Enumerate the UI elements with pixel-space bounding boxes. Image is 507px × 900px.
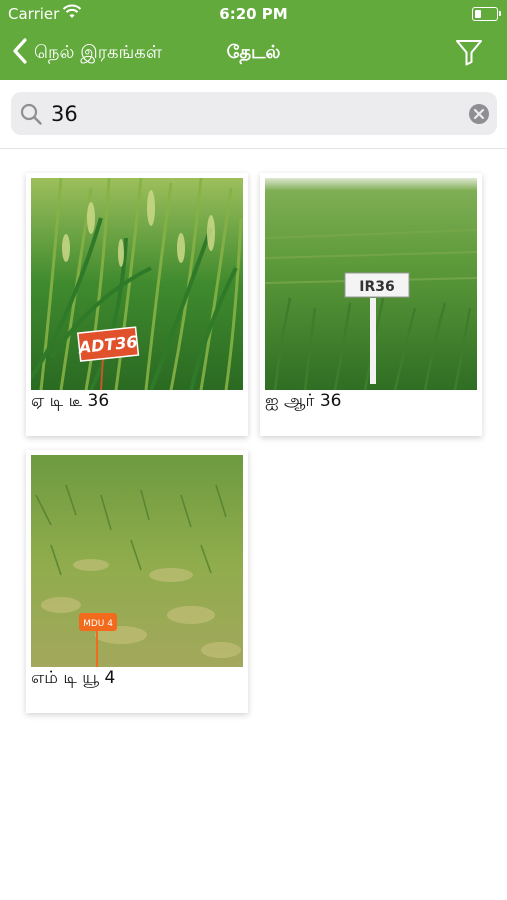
variety-photo: ADT36 xyxy=(31,178,243,390)
variety-name: எம் டி யூ 4 xyxy=(31,668,116,688)
variety-card[interactable]: ADT36 ஏ டி டீ 36 xyxy=(26,173,248,436)
status-time: 6:20 PM xyxy=(219,5,288,23)
variety-card[interactable]: MDU 4 எம் டி யூ 4 xyxy=(26,450,248,713)
sign-label: IR36 xyxy=(359,279,394,295)
search-box[interactable] xyxy=(11,92,497,135)
variety-name: ஐ ஆர் 36 xyxy=(265,391,342,411)
variety-name: ஏ டி டீ 36 xyxy=(31,391,110,411)
navigation-header: Carrier 6:20 PM நெல் இரகங்கள் தேடல் xyxy=(0,0,507,80)
search-icon xyxy=(19,102,43,130)
search-bar-area xyxy=(0,80,507,149)
clear-search-icon[interactable] xyxy=(468,103,490,129)
page-title: தேடல் xyxy=(226,42,281,63)
variety-photo: MDU 4 xyxy=(31,455,243,667)
status-bar: Carrier 6:20 PM xyxy=(0,0,507,28)
variety-card[interactable]: IR36 ஐ ஆர் 36 xyxy=(260,173,482,436)
battery-tip xyxy=(499,11,501,16)
variety-photo: IR36 xyxy=(265,178,477,390)
search-input[interactable] xyxy=(49,96,463,132)
filter-icon xyxy=(455,40,483,70)
sign-label: MDU 4 xyxy=(83,619,113,629)
battery-icon xyxy=(472,7,498,21)
filter-button[interactable] xyxy=(455,38,483,66)
